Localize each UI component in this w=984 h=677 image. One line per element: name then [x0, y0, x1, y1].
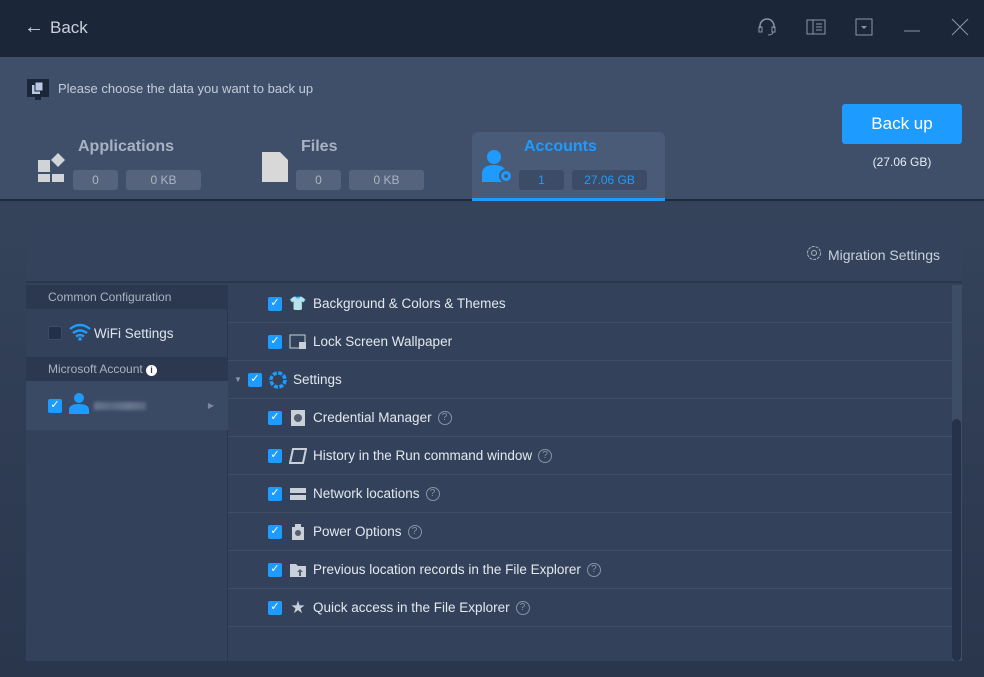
- scrollbar-thumb[interactable]: [952, 419, 961, 661]
- category-sidebar: Common Configuration WiFi Settings Micro…: [26, 285, 228, 661]
- migration-settings-button[interactable]: Migration Settings: [806, 245, 940, 264]
- gear-icon: [806, 245, 822, 264]
- item-size: 0 KB: [126, 170, 201, 190]
- manual-icon[interactable]: [805, 16, 827, 38]
- account-name-redacted: [94, 401, 146, 410]
- title-bar: ← Back: [0, 0, 984, 57]
- list-item[interactable]: ▼ ✓ Settings: [228, 361, 952, 399]
- tab-accounts[interactable]: Accounts 1 27.06 GB: [472, 132, 665, 201]
- collapse-arrow-icon[interactable]: ▼: [228, 375, 248, 384]
- monitor-icon: [26, 78, 50, 107]
- tab-files[interactable]: Files 0 0 KB: [250, 132, 443, 201]
- back-up-button[interactable]: Back up: [842, 104, 962, 144]
- help-icon[interactable]: ?: [538, 448, 553, 463]
- item-label: Background & Colors & Themes: [313, 296, 506, 311]
- star-icon: ★: [290, 597, 306, 617]
- headset-icon[interactable]: [756, 16, 778, 38]
- minimize-icon[interactable]: [901, 16, 923, 38]
- help-icon[interactable]: ?: [515, 600, 530, 615]
- tshirt-icon: 👕: [289, 295, 307, 311]
- section-common-configuration: Common Configuration: [26, 285, 228, 309]
- item-checkbox[interactable]: ✓: [268, 524, 282, 539]
- item-checkbox[interactable]: ✓: [268, 448, 282, 463]
- folder-location-icon: [289, 561, 307, 579]
- back-button[interactable]: ← Back: [24, 16, 88, 39]
- prompt-text: Please choose the data you want to back …: [58, 81, 314, 96]
- item-checkbox[interactable]: ✓: [268, 562, 282, 577]
- menu-dropdown-icon[interactable]: [853, 16, 875, 38]
- user-icon: [68, 392, 90, 419]
- credential-icon: [289, 409, 307, 427]
- help-icon[interactable]: ?: [425, 486, 440, 501]
- item-label: Quick access in the File Explorer: [313, 600, 510, 615]
- tab-applications[interactable]: Applications 0 0 KB: [26, 132, 219, 201]
- migration-settings-label: Migration Settings: [827, 246, 940, 263]
- arrow-left-icon: ←: [24, 16, 44, 38]
- list-item[interactable]: ✓ ★ Quick access in the File Explorer?: [228, 589, 952, 627]
- item-checkbox[interactable]: ✓: [268, 334, 282, 349]
- item-checkbox[interactable]: ✓: [268, 486, 282, 501]
- item-checkbox[interactable]: ✓: [268, 410, 282, 425]
- wifi-checkbox[interactable]: [48, 326, 62, 340]
- list-item[interactable]: ✓ Network locations?: [228, 475, 952, 513]
- panel-toolbar: Migration Settings: [26, 221, 962, 283]
- close-icon[interactable]: [949, 16, 971, 38]
- item-checkbox[interactable]: ✓: [248, 372, 262, 387]
- tab-label: Applications: [78, 138, 175, 155]
- tab-label: Accounts: [524, 138, 597, 155]
- item-label: Network locations: [313, 486, 420, 501]
- item-checkbox[interactable]: ✓: [268, 296, 282, 311]
- wifi-icon: [68, 323, 92, 344]
- list-item[interactable]: ✓ 👕 Background & Colors & Themes: [228, 285, 952, 323]
- item-label: History in the Run command window: [313, 448, 533, 463]
- account-checkbox[interactable]: ✓: [48, 398, 62, 413]
- wifi-label: WiFi Settings: [94, 325, 174, 341]
- item-label: Power Options: [313, 524, 402, 539]
- network-drive-icon: [289, 485, 307, 503]
- help-icon[interactable]: ?: [586, 562, 601, 577]
- run-window-icon: [289, 447, 307, 465]
- item-label: Lock Screen Wallpaper: [313, 334, 453, 349]
- item-label: Settings: [293, 372, 342, 387]
- item-label: Previous location records in the File Ex…: [313, 562, 581, 577]
- power-options-icon: [289, 523, 307, 541]
- ms-header-label: Microsoft Account: [48, 362, 143, 376]
- settings-gear-icon: [269, 370, 287, 389]
- expand-arrow-icon[interactable]: ▶: [208, 401, 214, 410]
- sidebar-item-account[interactable]: ✓ ▶: [26, 381, 228, 430]
- backup-size: (27.06 GB): [872, 155, 932, 169]
- lock-screen-icon: [289, 333, 307, 351]
- sidebar-item-wifi[interactable]: WiFi Settings: [26, 309, 228, 357]
- list-item[interactable]: ✓ Power Options?: [228, 513, 952, 551]
- item-size: 0 KB: [349, 170, 424, 190]
- info-icon[interactable]: i: [146, 364, 158, 376]
- item-checkbox[interactable]: ✓: [268, 600, 282, 615]
- tab-label: Files: [301, 138, 338, 155]
- list-item[interactable]: ✓ Previous location records in the File E…: [228, 551, 952, 589]
- list-item[interactable]: ✓ Credential Manager?: [228, 399, 952, 437]
- account-settings-icon: [480, 148, 514, 189]
- section-microsoft-account: Microsoft Account i: [26, 357, 228, 381]
- list-item[interactable]: ✓ History in the Run command window?: [228, 437, 952, 475]
- applications-icon: [38, 152, 68, 187]
- list-item[interactable]: ✓ Lock Screen Wallpaper: [228, 323, 952, 361]
- item-count: 0: [73, 170, 118, 190]
- help-icon[interactable]: ?: [407, 524, 422, 539]
- item-count: 1: [519, 170, 564, 190]
- content-panel: Migration Settings Common Configuration …: [26, 221, 962, 661]
- item-label: Credential Manager: [313, 410, 432, 425]
- item-count: 0: [296, 170, 341, 190]
- back-label: Back: [50, 17, 88, 37]
- item-size: 27.06 GB: [572, 170, 647, 190]
- file-icon: [262, 152, 290, 187]
- help-icon[interactable]: ?: [437, 410, 452, 425]
